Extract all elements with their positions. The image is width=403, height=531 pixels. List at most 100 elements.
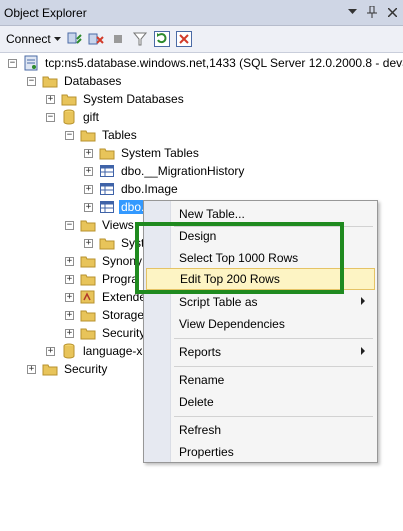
menu-item-label: Design	[179, 229, 217, 243]
window-controls	[345, 4, 399, 20]
disconnect-icon	[88, 33, 104, 45]
menu-item-delete[interactable]: Delete	[146, 391, 375, 413]
tree-node-image-table[interactable]: + dbo.Image	[84, 180, 180, 198]
expand-toggle[interactable]: +	[65, 256, 74, 266]
tree-node-tables[interactable]: − Tables	[65, 126, 139, 144]
tree-node-extended-events[interactable]: + Extende	[65, 288, 148, 306]
expand-toggle[interactable]: +	[84, 148, 93, 158]
tree-node-label: tcp:ns5.database.windows.net,1433 (SQL S…	[45, 56, 403, 70]
menu-item-script-table-as[interactable]: Script Table as	[146, 291, 375, 313]
disconnect-button[interactable]	[87, 30, 105, 48]
menu-item-select-top-1000-rows[interactable]: Select Top 1000 Rows	[146, 247, 375, 269]
menu-item-rename[interactable]: Rename	[146, 369, 375, 391]
refresh-icon	[153, 31, 170, 47]
pin-icon[interactable]	[365, 4, 379, 20]
folder-icon	[80, 253, 96, 269]
menu-item-view-dependencies[interactable]: View Dependencies	[146, 313, 375, 335]
expand-toggle[interactable]: +	[65, 274, 74, 284]
tree-node-label: System Databases	[83, 92, 184, 106]
tree-node-databases[interactable]: − Databases	[27, 72, 123, 90]
collapse-toggle[interactable]: −	[65, 130, 74, 140]
menu-item-edit-top-200-rows[interactable]: Edit Top 200 Rows	[146, 268, 375, 290]
menu-item-label: New Table...	[179, 207, 245, 221]
expand-toggle[interactable]: +	[84, 166, 93, 176]
table-context-menu: New Table... Design Select Top 1000 Rows…	[143, 200, 378, 463]
expand-toggle[interactable]: +	[84, 238, 93, 248]
folder-icon	[61, 91, 77, 107]
folder-icon	[80, 127, 96, 143]
submenu-arrow-icon	[361, 297, 365, 305]
activity-monitor-icon	[175, 31, 192, 47]
chevron-down-icon	[53, 36, 61, 41]
close-icon[interactable]	[385, 4, 399, 20]
server-icon	[23, 55, 39, 71]
expand-toggle[interactable]: +	[65, 310, 74, 320]
tree-node-migration-history-table[interactable]: + dbo.__MigrationHistory	[84, 162, 246, 180]
folder-icon	[99, 145, 115, 161]
database-icon	[61, 343, 77, 359]
window-title: Object Explorer	[4, 6, 87, 20]
folder-icon	[80, 307, 96, 323]
collapse-toggle[interactable]: −	[8, 58, 17, 68]
folder-icon	[42, 361, 58, 377]
expand-toggle[interactable]: +	[84, 202, 93, 212]
tree-node-label: Security	[102, 326, 146, 340]
menu-item-properties[interactable]: Properties	[146, 441, 375, 463]
filter-icon	[132, 32, 147, 46]
menu-separator	[174, 416, 373, 417]
folder-icon	[42, 73, 58, 89]
tree-node-label: language-x	[83, 344, 143, 358]
refresh-button[interactable]	[153, 30, 171, 48]
tree-node-synonyms[interactable]: + Synony	[65, 252, 144, 270]
database-icon	[61, 109, 77, 125]
collapse-toggle[interactable]: −	[65, 220, 74, 230]
tree-node-gift-database[interactable]: − gift	[46, 108, 101, 126]
expand-toggle[interactable]: +	[46, 346, 55, 356]
expand-toggle[interactable]: +	[84, 184, 93, 194]
submenu-arrow-icon	[361, 347, 365, 355]
tree-node-label: Storage	[102, 308, 145, 322]
menu-item-label: Script Table as	[179, 295, 258, 309]
tree-node-security[interactable]: + Security	[27, 360, 109, 378]
tree-node-database-security[interactable]: + Security	[65, 324, 147, 342]
tree-node-system-tables[interactable]: + System Tables	[84, 144, 201, 162]
menu-item-new-table[interactable]: New Table...	[146, 203, 375, 225]
table-icon	[99, 163, 115, 179]
connect-object-explorer-button[interactable]	[65, 30, 83, 48]
tree-node-programmability[interactable]: + Progra	[65, 270, 140, 288]
tree-node-server[interactable]: − tcp:ns5.database.windows.net,1433 (SQL…	[8, 54, 403, 72]
folder-icon	[80, 325, 96, 341]
object-explorer-toolbar: Connect	[0, 26, 403, 53]
expand-toggle[interactable]: +	[27, 364, 36, 374]
collapse-toggle[interactable]: −	[46, 112, 55, 122]
tree-node-system-databases[interactable]: + System Databases	[46, 90, 186, 108]
connect-label: Connect	[6, 32, 51, 46]
tree-node-label: System Tables	[121, 146, 199, 160]
menu-item-label: Delete	[179, 395, 214, 409]
tree-node-system-views[interactable]: + Syst	[84, 234, 146, 252]
tree-node-label: Security	[64, 362, 108, 376]
activity-monitor-button[interactable]	[175, 30, 193, 48]
pin-icon-glyph	[367, 6, 377, 18]
tree-node-views[interactable]: − Views	[65, 216, 136, 234]
stop-button[interactable]	[109, 30, 127, 48]
dropdown-icon[interactable]	[345, 4, 359, 20]
tree-node-storage[interactable]: + Storage	[65, 306, 146, 324]
menu-item-label: Edit Top 200 Rows	[180, 272, 280, 286]
expand-toggle[interactable]: +	[65, 328, 74, 338]
filter-button[interactable]	[131, 30, 149, 48]
expand-toggle[interactable]: +	[46, 94, 55, 104]
menu-item-refresh[interactable]: Refresh	[146, 419, 375, 441]
tree-node-language-database[interactable]: + language-x	[46, 342, 144, 360]
stop-icon	[113, 35, 122, 43]
tree-node-selected-table[interactable]: + dbo.	[84, 198, 147, 216]
expand-toggle[interactable]: +	[65, 292, 74, 302]
menu-item-design[interactable]: Design	[146, 225, 375, 247]
folder-icon	[80, 271, 96, 287]
tree-node-label: Synony	[102, 254, 143, 268]
connect-button[interactable]: Connect	[6, 32, 61, 46]
menu-item-reports[interactable]: Reports	[146, 341, 375, 363]
menu-item-label: Rename	[179, 373, 225, 387]
collapse-toggle[interactable]: −	[27, 76, 36, 86]
object-explorer-title-bar: Object Explorer	[0, 0, 403, 26]
